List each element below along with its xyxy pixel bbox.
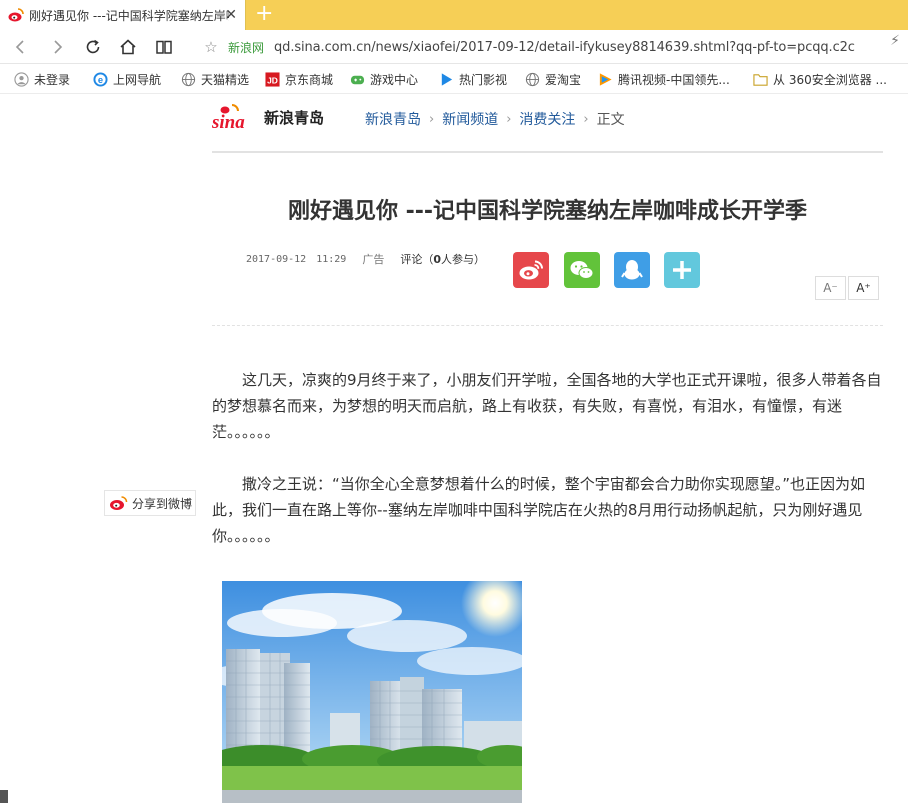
bookmark-aitaobao[interactable]: 爱淘宝 <box>525 71 581 87</box>
home-icon[interactable] <box>117 36 139 58</box>
breadcrumb: 新浪青岛 › 新闻频道 › 消费关注 › 正文 <box>365 109 625 129</box>
breadcrumb-chevron-icon: › <box>583 111 589 127</box>
weibo-icon <box>8 8 24 22</box>
bookmark-games[interactable]: 游戏中心 <box>350 71 418 87</box>
jd-icon: JD <box>265 71 280 87</box>
bookmark-movies[interactable]: 热门影视 <box>439 71 507 87</box>
weibo-icon <box>110 496 128 510</box>
article-paragraph-2: 撒冷之王说：“当你全心全意梦想着什么的时候，整个宇宙都会合力助你实现愿望。”也正… <box>212 475 866 545</box>
bookmark-bar: 未登录 e 上网导航 天猫精选 JD 京东商城 游戏中心 热门影视 爱淘宝 腾讯… <box>0 64 908 94</box>
globe-icon <box>525 72 540 86</box>
tab-bar: 刚好遇见你 ---记中国科学院塞纳左岸咖 ✕ + <box>0 0 908 30</box>
reload-icon[interactable] <box>82 36 104 58</box>
bookmark-tmall[interactable]: 天猫精选 <box>181 71 249 87</box>
share-to-weibo-side-button[interactable]: 分享到微博 <box>104 490 196 516</box>
sina-logo-icon: sina <box>212 104 245 132</box>
share-weibo-button[interactable] <box>513 252 549 288</box>
article-title: 刚好遇见你 ---记中国科学院塞纳左岸咖啡成长开学季 <box>287 199 808 224</box>
sina-logo-text: sina <box>212 112 245 132</box>
svg-text:e: e <box>98 74 103 84</box>
article-photo <box>222 581 522 803</box>
tencent-video-icon <box>599 72 612 86</box>
share-more-button[interactable] <box>664 252 700 288</box>
article-paragraph-1: 这几天，凉爽的9月终于来了，小朋友们开学啦，全国各地的大学也正式开课啦，很多人带… <box>212 371 882 441</box>
font-larger-button[interactable]: A⁺ <box>848 276 879 300</box>
bookmark-360-folder[interactable]: 从 360安全浏览器 ... <box>753 71 887 87</box>
site-label: 新浪网 <box>228 40 265 55</box>
gamepad-icon <box>350 75 365 84</box>
bookmark-star-icon[interactable]: ☆ <box>200 38 222 56</box>
breadcrumb-item-consumer[interactable]: 消费关注 <box>519 109 575 129</box>
meta-divider <box>212 325 883 326</box>
qq-penguin-icon <box>621 260 643 280</box>
breadcrumb-item-news[interactable]: 新闻频道 <box>442 109 498 129</box>
bookmark-login[interactable]: 未登录 <box>14 71 70 87</box>
bookmark-jd[interactable]: JD 京东商城 <box>265 71 333 87</box>
back-icon[interactable] <box>10 36 32 58</box>
ie-icon: e <box>93 71 108 87</box>
comment-link[interactable]: 评论（0人参与） <box>400 251 485 267</box>
share-qq-button[interactable] <box>614 252 650 288</box>
svg-text:JD: JD <box>267 75 278 85</box>
article-meta: 2017-09-12 11:29 广告 评论（0人参与） <box>246 251 485 267</box>
breadcrumb-item-home[interactable]: 新浪青岛 <box>365 109 421 129</box>
bookmark-tencent-video[interactable]: 腾讯视频-中国领先... <box>598 71 730 87</box>
header-divider <box>212 151 883 153</box>
lightning-icon[interactable]: ⚡ <box>890 33 900 49</box>
breadcrumb-chevron-icon: › <box>506 111 512 127</box>
breadcrumb-item-current: 正文 <box>596 112 625 128</box>
new-tab-icon[interactable]: + <box>255 2 273 26</box>
url-text[interactable]: qd.sina.com.cn/news/xiaofei/2017-09-12/d… <box>274 40 855 55</box>
reading-mode-icon[interactable] <box>153 36 175 58</box>
address-bar: ☆ 新浪网 qd.sina.com.cn/news/xiaofei/2017-0… <box>0 30 908 64</box>
publish-date: 2017-09-12 <box>246 253 307 265</box>
comment-count: 0 <box>433 253 441 266</box>
url-box[interactable]: ☆ 新浪网 qd.sina.com.cn/news/xiaofei/2017-0… <box>200 34 908 60</box>
play-icon <box>441 72 453 86</box>
wechat-icon <box>570 261 594 279</box>
bookmark-nav[interactable]: e 上网导航 <box>93 71 161 87</box>
browser-tab-active[interactable]: 刚好遇见你 ---记中国科学院塞纳左岸咖 ✕ <box>0 0 246 30</box>
window-corner-marker <box>0 790 8 803</box>
sina-qingdao-logo[interactable]: sina 新浪青岛 <box>212 102 324 132</box>
side-share-label: 分享到微博 <box>132 496 193 511</box>
font-smaller-button[interactable]: A⁻ <box>815 276 846 300</box>
share-wechat-button[interactable] <box>564 252 600 288</box>
forward-icon[interactable] <box>46 36 68 58</box>
breadcrumb-chevron-icon: › <box>429 111 435 127</box>
globe-icon <box>181 72 196 86</box>
ad-label: 广告 <box>362 253 385 266</box>
tab-title: 刚好遇见你 ---记中国科学院塞纳左岸咖 <box>29 8 229 23</box>
user-icon <box>14 71 29 87</box>
folder-icon <box>753 73 768 86</box>
tab-close-icon[interactable]: ✕ <box>225 7 237 23</box>
plus-icon <box>673 261 691 279</box>
logo-text: 新浪青岛 <box>264 108 325 127</box>
weibo-icon <box>519 260 543 280</box>
publish-time: 11:29 <box>316 253 347 265</box>
